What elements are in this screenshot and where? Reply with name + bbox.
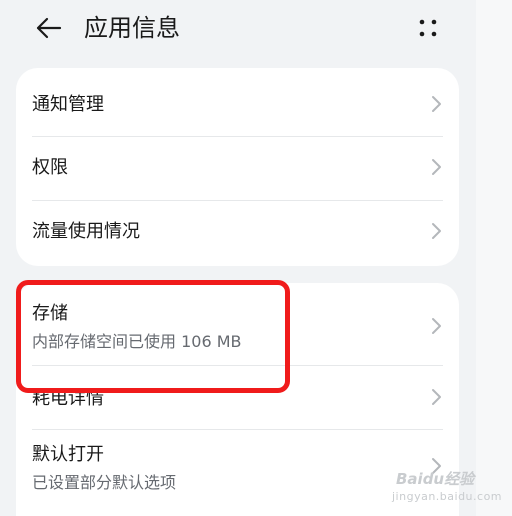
- watermark-logo-text: Baidu经验: [396, 470, 475, 488]
- list-item-data-usage[interactable]: 流量使用情况: [16, 201, 459, 266]
- chevron-right-icon: [432, 318, 441, 334]
- list-item-label: 通知管理: [32, 94, 104, 115]
- list-item-permissions[interactable]: 权限: [16, 137, 459, 200]
- list-item-label: 流量使用情况: [32, 221, 140, 242]
- chevron-right-icon: [432, 159, 441, 175]
- list-item-label: 权限: [32, 157, 68, 178]
- app-header: 应用信息: [0, 0, 476, 58]
- more-options-button[interactable]: [410, 12, 446, 44]
- watermark: Baidu经验 jingyan.baidu.com: [384, 466, 502, 510]
- watermark-url: jingyan.baidu.com: [392, 490, 503, 503]
- chevron-right-icon: [432, 96, 441, 112]
- highlight-annotation-box: [16, 280, 290, 393]
- back-arrow-icon: [36, 17, 62, 39]
- back-button[interactable]: [30, 12, 66, 44]
- right-edge-strip: [476, 0, 512, 516]
- list-item-notifications[interactable]: 通知管理: [16, 68, 459, 136]
- settings-group-1: 通知管理 权限 流量使用情况: [16, 68, 459, 266]
- list-item-subtitle: 已设置部分默认选项: [32, 473, 177, 492]
- chevron-right-icon: [432, 223, 441, 239]
- list-item-label: 默认打开: [32, 444, 104, 465]
- more-dots-icon: [419, 19, 437, 37]
- chevron-right-icon: [432, 389, 441, 405]
- page-title: 应用信息: [84, 14, 180, 42]
